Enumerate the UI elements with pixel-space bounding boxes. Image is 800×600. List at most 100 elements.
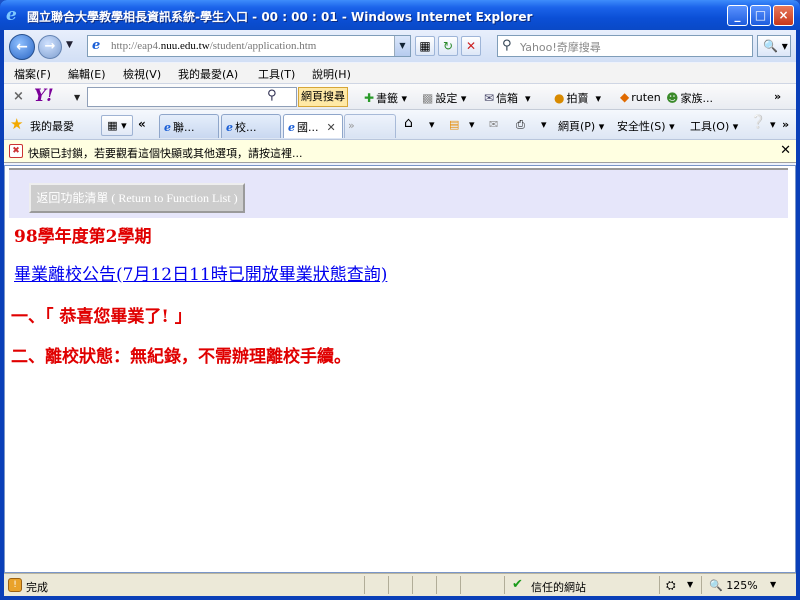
tab-list-icon[interactable]: «: [138, 117, 146, 131]
web-search-button[interactable]: 網頁搜尋: [298, 87, 348, 107]
help-dropdown-icon[interactable]: ▾: [770, 118, 776, 131]
menu-view[interactable]: 檢視(V): [123, 66, 161, 82]
home-dropdown-icon[interactable]: ▾: [429, 118, 435, 131]
new-tab-button[interactable]: »: [344, 114, 396, 138]
mail-button[interactable]: ✉ 信箱 ▾: [484, 90, 531, 106]
status-divider: [412, 576, 413, 594]
infobar-close-icon[interactable]: ✕: [780, 143, 791, 158]
family-button[interactable]: ☻ 家族...: [666, 90, 713, 106]
browser-window: e 國立聯合大學教學相長資訊系統-學生入口 - 00 : 00 : 01 - W…: [0, 0, 800, 600]
favorites-label[interactable]: 我的最愛: [30, 118, 74, 134]
page-icon: e: [92, 38, 101, 53]
tab-ie-icon: e: [164, 121, 171, 134]
return-panel: 返回功能清單 ( Return to Function List ): [9, 168, 788, 218]
close-toolbar-icon[interactable]: ×: [13, 89, 24, 104]
yahoo-search-icon[interactable]: ⚲: [267, 88, 277, 103]
graduation-notice-link[interactable]: 畢業離校公告(7月12日11時已開放畢業狀態查詢): [14, 260, 387, 285]
status-bar: ! 完成 ✔ 信任的網站 ⛭ ▼ 🔍 125% ▼: [4, 573, 796, 596]
address-url[interactable]: http://eap4.nuu.edu.tw/student/applicati…: [111, 40, 316, 52]
toolbar-overflow-icon[interactable]: »: [774, 90, 781, 103]
popup-blocked-icon: ✖: [9, 144, 23, 158]
quick-tabs-button[interactable]: ▦ ▾: [101, 115, 133, 136]
status-divider: [701, 576, 702, 594]
status-divider: [659, 576, 660, 594]
status-text: 完成: [26, 581, 48, 594]
family-icon: ☻: [666, 91, 679, 105]
history-dropdown-icon[interactable]: ▼: [66, 40, 73, 50]
status-divider: [364, 576, 365, 594]
back-button[interactable]: ←: [9, 34, 35, 60]
maximize-button[interactable]: □: [750, 5, 771, 26]
ie-logo-icon: e: [6, 5, 17, 25]
infobar-text[interactable]: 快顯已封鎖，若要觀看這個快顯或其他選項，請按這裡...: [28, 145, 303, 161]
menu-help[interactable]: 說明(H): [312, 66, 351, 82]
search-input[interactable]: ⚲ Yahoo!奇摩搜尋: [497, 35, 753, 57]
menu-edit[interactable]: 編輯(E): [68, 66, 106, 82]
graduation-message: 一、「 恭喜您畢業了! 」: [11, 307, 192, 327]
settings-button[interactable]: ▩ 設定 ▾: [422, 90, 466, 106]
protected-mode-icon[interactable]: ⛭: [666, 578, 676, 593]
yahoo-dropdown-icon[interactable]: ▼: [74, 93, 80, 102]
zoom-level[interactable]: 🔍 125%: [709, 579, 758, 592]
menu-file[interactable]: 檔案(F): [14, 66, 51, 82]
tab-active[interactable]: e 國... ✕: [283, 114, 343, 138]
feeds-icon[interactable]: ▤: [449, 118, 459, 131]
status-divider: [460, 576, 461, 594]
term-heading: 98學年度第2學期: [14, 227, 152, 247]
tab-ie-icon: e: [288, 121, 295, 134]
menu-bar: 檔案(F) 編輯(E) 檢視(V) 我的最愛(A) 工具(T) 說明(H): [4, 63, 796, 84]
trusted-check-icon: ✔: [512, 577, 523, 592]
feeds-dropdown-icon[interactable]: ▾: [469, 118, 475, 131]
ruten-button[interactable]: ◆ ruten: [620, 90, 661, 104]
bookmarks-button[interactable]: ✚ 書籤 ▾: [364, 90, 407, 106]
address-dropdown-icon[interactable]: ▼: [394, 36, 410, 56]
protected-mode-dropdown-icon[interactable]: ▼: [687, 580, 693, 589]
address-row: ← → ▼ e http://eap4.nuu.edu.tw/student/a…: [4, 30, 796, 62]
search-icon: ⚲: [502, 38, 512, 53]
refresh-icon[interactable]: ↻: [438, 36, 458, 56]
stop-icon[interactable]: ✕: [461, 36, 481, 56]
close-tab-icon[interactable]: ✕: [327, 121, 336, 134]
status-divider: [388, 576, 389, 594]
home-icon[interactable]: ⌂: [404, 115, 413, 131]
security-zone[interactable]: 信任的網站: [531, 579, 586, 595]
tab-1[interactable]: e 聯...: [159, 114, 219, 138]
help-icon[interactable]: ❔: [750, 115, 766, 130]
print-dropdown-icon[interactable]: ▾: [541, 118, 547, 131]
auction-button[interactable]: ● 拍賣 ▾: [554, 90, 601, 106]
tab-2[interactable]: e 校...: [221, 114, 281, 138]
search-button[interactable]: 🔍 ▾: [757, 35, 791, 57]
menu-favorites[interactable]: 我的最愛(A): [178, 66, 238, 82]
popup-blocked-infobar[interactable]: ✖ 快顯已封鎖，若要觀看這個快顯或其他選項，請按這裡... ✕: [4, 140, 796, 163]
search-placeholder: Yahoo!奇摩搜尋: [520, 41, 601, 54]
command-overflow-icon[interactable]: »: [782, 118, 789, 131]
tools-menu[interactable]: 工具(O) ▾: [690, 118, 738, 134]
tab-ie-icon: e: [226, 121, 233, 134]
window-title: 國立聯合大學教學相長資訊系統-學生入口 - 00 : 00 : 01 - Win…: [27, 10, 533, 24]
read-mail-icon[interactable]: ✉: [489, 118, 498, 131]
address-bar[interactable]: e http://eap4.nuu.edu.tw/student/applica…: [87, 35, 411, 57]
zoom-dropdown-icon[interactable]: ▼: [770, 580, 776, 589]
departure-status-message: 二、離校狀態：無紀錄，不需辦理離校手續。: [11, 347, 351, 367]
compatibility-icon[interactable]: ▦: [415, 36, 435, 56]
browser-chrome: ← → ▼ e http://eap4.nuu.edu.tw/student/a…: [4, 30, 796, 165]
status-warning-icon: !: [8, 578, 22, 592]
close-button[interactable]: ×: [773, 5, 794, 26]
ruten-icon: ◆: [620, 90, 630, 104]
title-bar: e 國立聯合大學教學相長資訊系統-學生入口 - 00 : 00 : 01 - W…: [0, 0, 800, 30]
favorites-star-icon[interactable]: ★: [10, 115, 23, 133]
minimize-button[interactable]: _: [727, 5, 748, 26]
forward-button[interactable]: →: [38, 35, 62, 59]
safety-menu[interactable]: 安全性(S) ▾: [617, 118, 675, 134]
yahoo-toolbar: × Y! ▼ ⚲ 網頁搜尋 ✚ 書籤 ▾ ▩ 設定 ▾ ✉ 信箱 ▾ ● 拍賣 ▾ ◆ r…: [4, 84, 796, 110]
return-to-function-list-button[interactable]: 返回功能清單 ( Return to Function List ): [29, 183, 245, 213]
page-menu[interactable]: 網頁(P) ▾: [558, 118, 604, 134]
print-icon[interactable]: ⎙: [516, 118, 525, 132]
status-divider: [504, 576, 505, 594]
bookmark-add-icon: ✚: [364, 91, 375, 105]
tabs-row: ★ 我的最愛 ▦ ▾ « e 聯... e 校... e 國... ✕ » ⌂ ▾ ▤ …: [4, 110, 796, 140]
mail-icon: ✉: [484, 91, 495, 105]
yahoo-logo[interactable]: Y!: [34, 86, 54, 106]
yahoo-search-input[interactable]: [87, 87, 297, 107]
menu-tools[interactable]: 工具(T): [258, 66, 295, 82]
